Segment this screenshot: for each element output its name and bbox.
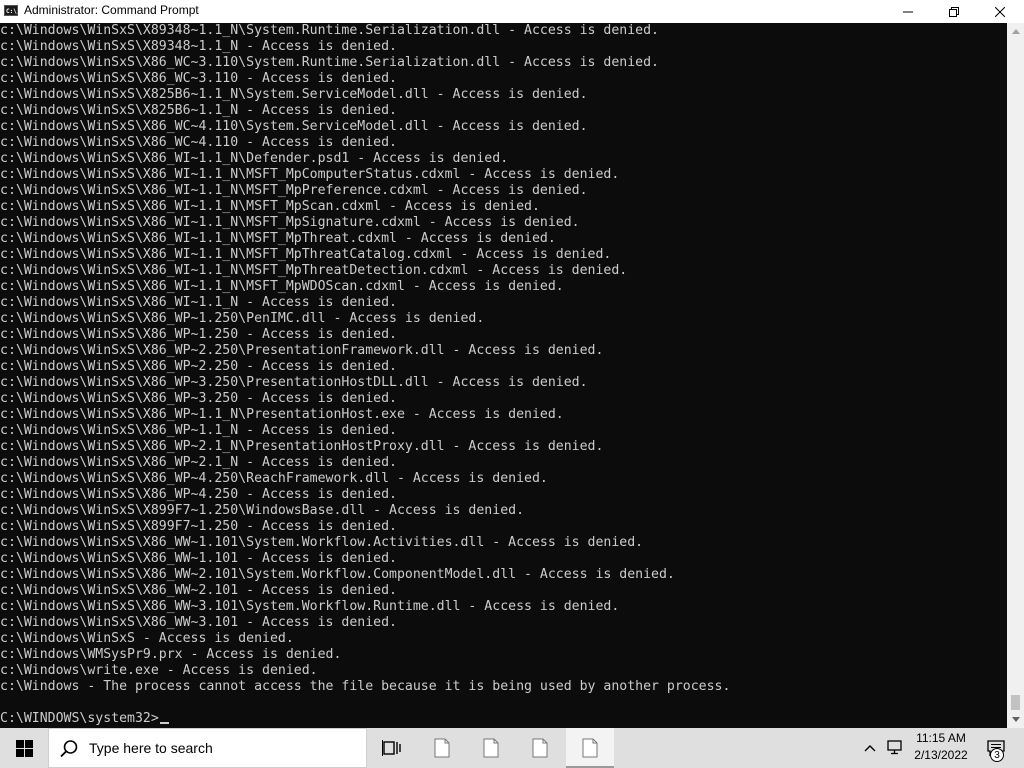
command-prompt-line[interactable]: C:\WINDOWS\system32> bbox=[0, 711, 1007, 727]
console-line: c:\Windows\WinSxS - Access is denied. bbox=[0, 631, 294, 646]
chevron-up-icon bbox=[864, 745, 876, 752]
minimize-button[interactable] bbox=[885, 0, 931, 23]
console-line: c:\Windows\WinSxS\X86_WC~3.110\System.Ru… bbox=[0, 55, 659, 70]
console-line: c:\Windows\WinSxS\X825B6~1.1_N - Access … bbox=[0, 103, 397, 118]
file-icon bbox=[434, 738, 450, 758]
console-line: c:\Windows\WinSxS\X86_WP~4.250\ReachFram… bbox=[0, 471, 548, 486]
arrow-up-icon bbox=[1011, 29, 1020, 34]
console-line: c:\Windows\WinSxS\X86_WC~4.110 - Access … bbox=[0, 135, 397, 150]
console-line: c:\Windows - The process cannot access t… bbox=[0, 679, 731, 694]
console-line: c:\Windows\WinSxS\X86_WW~1.101 - Access … bbox=[0, 551, 397, 566]
console-line: c:\Windows\WinSxS\X86_WC~4.110\System.Se… bbox=[0, 119, 588, 134]
minimize-icon bbox=[903, 11, 913, 12]
file-icon bbox=[532, 738, 548, 758]
console-line: c:\Windows\WinSxS\X86_WI~1.1_N\MSFT_MpTh… bbox=[0, 247, 612, 262]
console-line: c:\Windows\WinSxS\X86_WP~2.250 - Access … bbox=[0, 359, 397, 374]
console-line: c:\Windows\WinSxS\X86_WP~2.1_N\Presentat… bbox=[0, 439, 604, 454]
console-line: c:\Windows\WinSxS\X86_WI~1.1_N\MSFT_MpSc… bbox=[0, 199, 540, 214]
console-line: c:\Windows\WinSxS\X825B6~1.1_N\System.Se… bbox=[0, 87, 588, 102]
console-line: c:\Windows\WinSxS\X86_WP~3.250 - Access … bbox=[0, 391, 397, 406]
network-button[interactable] bbox=[884, 728, 908, 768]
restore-icon bbox=[949, 6, 959, 17]
console-line: c:\Windows\WinSxS\X86_WP~4.250 - Access … bbox=[0, 487, 397, 502]
task-view-icon bbox=[382, 740, 401, 756]
start-button[interactable] bbox=[0, 728, 48, 768]
console-line: c:\Windows\write.exe - Access is denied. bbox=[0, 663, 318, 678]
windows-logo-icon bbox=[15, 739, 33, 757]
prompt-text: C:\WINDOWS\system32> bbox=[0, 711, 159, 726]
search-icon bbox=[60, 740, 78, 758]
console-line: c:\Windows\WinSxS\X86_WI~1.1_N\MSFT_MpCo… bbox=[0, 167, 620, 182]
scroll-down-button[interactable] bbox=[1007, 711, 1024, 728]
show-hidden-icons-button[interactable] bbox=[858, 728, 882, 768]
console-line: c:\Windows\WinSxS\X86_WP~1.1_N\Presentat… bbox=[0, 407, 564, 422]
task-view-button[interactable] bbox=[368, 728, 416, 768]
cmd-icon: C:\ bbox=[4, 5, 18, 16]
clock-date: 2/13/2022 bbox=[914, 748, 968, 762]
console-line: c:\Windows\WinSxS\X86_WW~1.101\System.Wo… bbox=[0, 535, 644, 550]
window-title: Administrator: Command Prompt bbox=[24, 3, 199, 17]
restore-button[interactable] bbox=[931, 0, 977, 23]
search-placeholder: Type here to search bbox=[89, 740, 213, 756]
console-line: c:\Windows\WinSxS\X899F7~1.250 - Access … bbox=[0, 519, 397, 534]
console-line: c:\Windows\WinSxS\X86_WP~2.1_N - Access … bbox=[0, 455, 397, 470]
close-button[interactable] bbox=[977, 0, 1023, 23]
console-line: c:\Windows\WinSxS\X86_WI~1.1_N\MSFT_MpPr… bbox=[0, 183, 588, 198]
console-output[interactable]: c:\Windows\WinSxS\X89348~1.1_N\System.Ru… bbox=[0, 23, 1007, 728]
taskbar-app-4-active[interactable] bbox=[566, 728, 614, 768]
network-icon bbox=[887, 740, 902, 755]
console-line: c:\Windows\WinSxS\X86_WP~3.250\Presentat… bbox=[0, 375, 588, 390]
console-line: c:\Windows\WinSxS\X86_WI~1.1_N\MSFT_MpSi… bbox=[0, 215, 580, 230]
notification-count-badge: 3 bbox=[990, 748, 1004, 762]
console-line: c:\Windows\WinSxS\X89348~1.1_N\System.Ru… bbox=[0, 23, 659, 38]
text-cursor bbox=[159, 722, 169, 724]
console-line: c:\Windows\WinSxS\X86_WW~2.101 - Access … bbox=[0, 583, 397, 598]
console-text: c:\Windows\WinSxS\X89348~1.1_N\System.Ru… bbox=[0, 23, 1007, 711]
console-line: c:\Windows\WinSxS\X86_WP~1.250\PenIMC.dl… bbox=[0, 311, 485, 326]
console-line: c:\Windows\WinSxS\X86_WP~1.250 - Access … bbox=[0, 327, 397, 342]
console-line: c:\Windows\WinSxS\X86_WP~2.250\Presentat… bbox=[0, 343, 604, 358]
console-line: c:\Windows\WinSxS\X86_WC~3.110 - Access … bbox=[0, 71, 397, 86]
taskbar-app-3[interactable] bbox=[516, 728, 564, 768]
file-icon bbox=[582, 738, 598, 758]
scroll-thumb[interactable] bbox=[1011, 695, 1020, 710]
console-line: c:\Windows\WinSxS\X86_WI~1.1_N\Defender.… bbox=[0, 151, 509, 166]
taskbar: Type here to search 11:15 AM 2/13/2022 3 bbox=[0, 728, 1024, 768]
clock-time: 11:15 AM bbox=[916, 731, 966, 745]
scroll-up-button[interactable] bbox=[1007, 23, 1024, 40]
taskbar-search-box[interactable]: Type here to search bbox=[48, 728, 367, 768]
console-line: c:\Windows\WinSxS\X89348~1.1_N - Access … bbox=[0, 39, 397, 54]
taskbar-app-1[interactable] bbox=[418, 728, 466, 768]
close-icon bbox=[995, 6, 1005, 17]
vertical-scrollbar[interactable] bbox=[1007, 23, 1024, 728]
console-line: c:\Windows\WinSxS\X86_WW~3.101\System.Wo… bbox=[0, 599, 620, 614]
console-line: c:\Windows\WinSxS\X86_WI~1.1_N\MSFT_MpWD… bbox=[0, 279, 564, 294]
file-icon bbox=[483, 738, 499, 758]
console-line: c:\Windows\WinSxS\X86_WI~1.1_N\MSFT_MpTh… bbox=[0, 231, 556, 246]
console-line: c:\Windows\WinSxS\X86_WP~1.1_N - Access … bbox=[0, 423, 397, 438]
console-line: c:\Windows\WinSxS\X86_WI~1.1_N - Access … bbox=[0, 295, 397, 310]
arrow-down-icon bbox=[1011, 717, 1020, 722]
console-line: c:\Windows\WinSxS\X86_WI~1.1_N\MSFT_MpTh… bbox=[0, 263, 628, 278]
console-line: c:\Windows\WinSxS\X899F7~1.250\WindowsBa… bbox=[0, 503, 525, 518]
console-line: c:\Windows\WinSxS\X86_WW~3.101 - Access … bbox=[0, 615, 397, 630]
clock[interactable]: 11:15 AM 2/13/2022 bbox=[910, 730, 972, 766]
console-line: c:\Windows\WMSysPr9.prx - Access is deni… bbox=[0, 647, 342, 662]
title-bar[interactable]: C:\ Administrator: Command Prompt bbox=[0, 0, 1024, 23]
taskbar-app-2[interactable] bbox=[467, 728, 515, 768]
console-line: c:\Windows\WinSxS\X86_WW~2.101\System.Wo… bbox=[0, 567, 675, 582]
